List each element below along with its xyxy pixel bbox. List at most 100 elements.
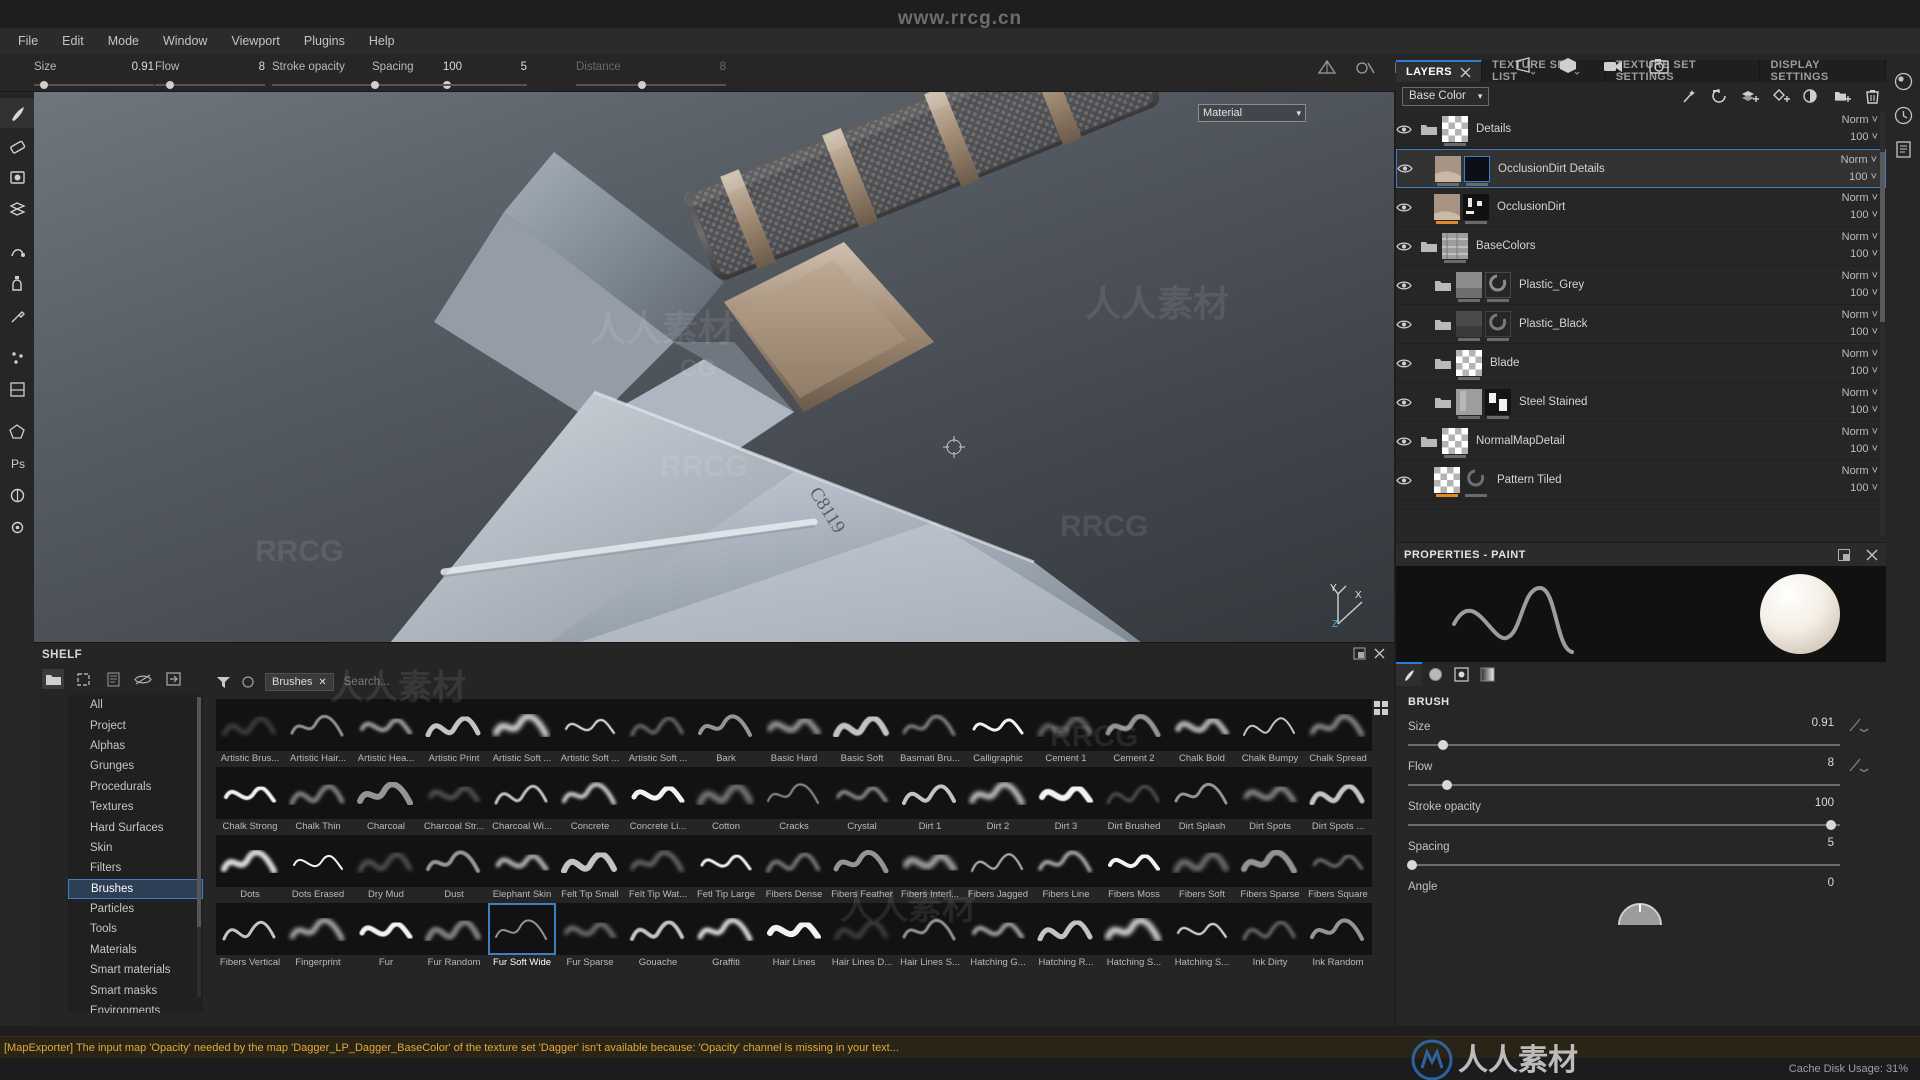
material-selector[interactable]: Material ▾ (1198, 104, 1306, 122)
toolbar-param-size[interactable]: Size 0.91 (34, 54, 154, 92)
shelf-category-smart-materials[interactable]: Smart materials (68, 960, 203, 980)
toolbar-param-value[interactable]: 5 (521, 61, 527, 73)
brush-item[interactable]: Hair Lines (760, 903, 828, 971)
layer-folder-icon[interactable] (1420, 122, 1442, 136)
layer-folder-icon[interactable] (1434, 356, 1456, 370)
shelf-maximize-icon[interactable] (1353, 647, 1366, 660)
layer-opacity[interactable]: 100 ˅ (1842, 129, 1878, 146)
brush-item[interactable]: Dirt Spots ... (1304, 767, 1372, 835)
shelf-search-input[interactable]: Search... (344, 676, 1346, 688)
symmetry-icon[interactable] (1316, 58, 1338, 80)
brush-item[interactable]: Dirt 1 (896, 767, 964, 835)
layer-blend-mode[interactable]: Norm ˅ (1842, 346, 1878, 363)
brush-item[interactable]: Artistic Print (420, 699, 488, 767)
brush-item[interactable]: Fibers Line (1032, 835, 1100, 903)
layer-blend-mode[interactable]: Norm ˅ (1842, 229, 1878, 246)
add-fill-layer-icon[interactable] (1741, 88, 1759, 105)
brush-tip-icon[interactable] (1396, 662, 1422, 686)
toolbar-param-slider[interactable] (576, 80, 726, 89)
brush-item[interactable]: Chalk Strong (216, 767, 284, 835)
close-icon[interactable] (1460, 67, 1471, 78)
brush-item[interactable]: Chalk Thin (284, 767, 352, 835)
layer-opacity[interactable]: 100 ˅ (1842, 246, 1878, 263)
shelf-category-skin[interactable]: Skin (68, 838, 203, 858)
add-folder-icon[interactable] (1834, 88, 1852, 105)
brush-item[interactable]: Calligraphic (964, 699, 1032, 767)
shelf-category-environments[interactable]: Environments (68, 1001, 203, 1013)
shelf-category-smart-masks[interactable]: Smart masks (68, 980, 203, 1000)
brush-item[interactable]: Dirt 3 (1032, 767, 1100, 835)
brush-item-selected[interactable]: Fur Soft Wide (488, 903, 556, 971)
layer-folder-icon[interactable] (1434, 395, 1456, 409)
layer-folder-icon[interactable] (1434, 278, 1456, 292)
brush-item[interactable]: Cotton (692, 767, 760, 835)
layer-row[interactable]: Blade Norm ˅ 100 ˅ (1396, 344, 1886, 383)
eyedropper-tool[interactable] (0, 300, 34, 330)
layer-thumbnail[interactable] (1442, 428, 1468, 458)
layer-blend-mode[interactable]: Norm ˅ (1842, 268, 1878, 285)
brush-item[interactable]: Fibers Dense (760, 835, 828, 903)
brush-item[interactable]: Hatching R... (1032, 903, 1100, 971)
planar-fill-tool[interactable] (0, 374, 34, 404)
brush-item[interactable]: Chalk Spread (1304, 699, 1372, 767)
document-icon[interactable] (102, 669, 124, 689)
grid-view-toggle-icon[interactable] (1374, 701, 1388, 715)
brush-item[interactable]: Hatching S... (1168, 903, 1236, 971)
brush-item[interactable]: Artistic Hair... (284, 699, 352, 767)
close-icon[interactable]: ✕ (318, 677, 326, 688)
stencil-icon[interactable] (1448, 662, 1474, 686)
layer-mask-thumbnail[interactable] (1464, 155, 1490, 186)
brush-item[interactable]: Dots Erased (284, 835, 352, 903)
refresh-icon[interactable] (241, 675, 255, 689)
brush-item[interactable]: Hatching G... (964, 903, 1032, 971)
layer-blend-mode[interactable]: Norm ˅ (1842, 385, 1878, 402)
shelf-category-materials[interactable]: Materials (68, 940, 203, 960)
angle-dial[interactable] (1614, 899, 1666, 925)
polygon-fill-tool[interactable] (0, 416, 34, 446)
log-icon[interactable] (1886, 132, 1920, 166)
clone-tool[interactable] (0, 268, 34, 298)
shelf-category-textures[interactable]: Textures (68, 797, 203, 817)
brush-param-value[interactable]: 5 (1828, 837, 1834, 849)
brush-item[interactable]: Cement 1 (1032, 699, 1100, 767)
layer-visibility-icon[interactable] (1396, 202, 1420, 213)
layer-mask-thumbnail[interactable] (1463, 467, 1489, 497)
layers-scrollbar[interactable] (1880, 112, 1885, 536)
shelf-category-particles[interactable]: Particles (68, 899, 203, 919)
layer-thumbnail[interactable] (1435, 155, 1461, 186)
brush-item[interactable]: Dirt Splash (1168, 767, 1236, 835)
brush-item[interactable]: Charcoal Wi... (488, 767, 556, 835)
layer-blend-mode[interactable]: Norm ˅ (1842, 190, 1878, 207)
brush-item[interactable]: Ink Random (1304, 903, 1372, 971)
brush-param-flow[interactable]: Flow 8 (1408, 757, 1872, 790)
brush-item[interactable]: Dry Mud (352, 835, 420, 903)
layer-folder-icon[interactable] (1420, 434, 1442, 448)
brush-item[interactable]: Fibers Moss (1100, 835, 1168, 903)
menu-item-file[interactable]: File (6, 30, 50, 52)
brush-item[interactable]: Ink Dirty (1236, 903, 1304, 971)
snapshot-icon[interactable] (1648, 56, 1670, 76)
trash-icon[interactable] (1865, 88, 1880, 105)
shelf-category-hard-surfaces[interactable]: Hard Surfaces (68, 817, 203, 837)
layer-row[interactable]: Steel Stained Norm ˅ 100 ˅ (1396, 383, 1886, 422)
particles-tool[interactable] (0, 342, 34, 372)
brush-item[interactable]: Dirt Spots (1236, 767, 1304, 835)
eraser-tool[interactable] (0, 130, 34, 160)
brush-item[interactable]: Felt Tip Wat... (624, 835, 692, 903)
layer-thumbnail[interactable] (1442, 233, 1468, 263)
layer-visibility-icon[interactable] (1396, 475, 1420, 486)
brush-item[interactable]: Chalk Bold (1168, 699, 1236, 767)
shelf-category-alphas[interactable]: Alphas (68, 736, 203, 756)
layer-thumbnail[interactable] (1456, 350, 1482, 380)
brush-param-value[interactable]: 0 (1828, 877, 1834, 889)
layer-row[interactable]: BaseColors Norm ˅ 100 ˅ (1396, 227, 1886, 266)
brush-item[interactable]: Concrete (556, 767, 624, 835)
menu-item-edit[interactable]: Edit (50, 30, 96, 52)
layer-row[interactable]: Pattern Tiled Norm ˅ 100 ˅ (1396, 461, 1886, 500)
brush-item[interactable]: Artistic Soft ... (624, 699, 692, 767)
brush-param-value[interactable]: 0.91 (1812, 717, 1834, 729)
brush-item[interactable]: Dust (420, 835, 488, 903)
shelf-category-list[interactable]: All Project Alphas Grunges Procedurals Textur… (68, 695, 203, 1013)
baking-tool[interactable] (0, 480, 34, 510)
layer-visibility-icon[interactable] (1396, 319, 1420, 330)
